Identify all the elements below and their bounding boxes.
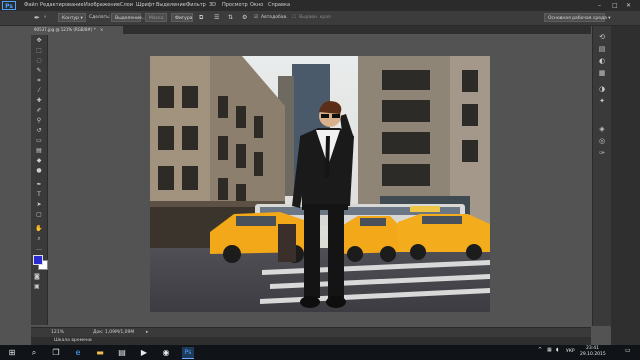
menu-view[interactable]: Просмотр [222, 0, 248, 11]
path-mode-value: Контур [62, 16, 80, 21]
menu-window[interactable]: Окно [250, 0, 263, 11]
tray-arrow-icon[interactable]: ^ [538, 347, 542, 353]
media-icon[interactable]: ▶ [138, 347, 150, 358]
document-size: Док: 1,09M/1,09M [93, 330, 135, 335]
type-tool-icon[interactable]: T [35, 192, 43, 198]
selection-button[interactable]: Выделение... [111, 13, 146, 22]
workspace-value: Основная рабочая среда [548, 16, 607, 21]
search-icon[interactable]: ⌕ [28, 347, 40, 358]
move-tool-icon[interactable]: ✥ [35, 38, 43, 44]
dodge-tool-icon[interactable]: ● [35, 168, 43, 174]
menu-bar: Ps Файл Редактирование Изображение Слои … [0, 0, 640, 11]
task-view-icon[interactable]: ❐ [50, 347, 62, 358]
workspace-select[interactable]: Основная рабочая среда ▾ [544, 13, 611, 22]
hand-tool-icon[interactable]: ✋ [35, 226, 43, 232]
eraser-tool-icon[interactable]: ▭ [35, 138, 43, 144]
network-icon[interactable]: ▦ [547, 347, 552, 353]
maximize-icon[interactable]: □ [612, 0, 618, 11]
styles-panel-icon[interactable]: ✦ [597, 98, 607, 105]
screen-mode-icon[interactable]: ▣ [34, 283, 40, 290]
explorer-icon[interactable]: ▬ [94, 347, 106, 358]
rectangle-tool-icon[interactable]: ▢ [35, 212, 43, 218]
menu-type[interactable]: Шрифт [136, 0, 155, 11]
clone-stamp-tool-icon[interactable]: ⚲ [35, 118, 43, 124]
canvas-image[interactable] [150, 56, 490, 312]
document-tab-title: 90537.jpg @ 121% (RGB/8#) * [34, 27, 96, 32]
pen-tool-icon[interactable]: ✒ [34, 11, 40, 25]
menu-file[interactable]: Файл [24, 0, 38, 11]
status-bar: 121% Док: 1,09M/1,09M ▸ [31, 327, 591, 337]
path-selection-tool-icon[interactable]: ➤ [35, 202, 43, 208]
document-tab[interactable]: 90537.jpg @ 121% (RGB/8#) * × [31, 26, 123, 34]
swatches-panel-icon[interactable]: ▦ [597, 70, 607, 77]
make-label: Сделать: [89, 15, 111, 20]
brush-tool-icon[interactable]: ✐ [35, 108, 43, 114]
eyedropper-tool-icon[interactable]: ⁄ [35, 88, 43, 94]
healing-brush-tool-icon[interactable]: ✚ [35, 98, 43, 104]
collapsed-panels-dock: ⟲ ▤ ◐ ▦ ◑ ✦ ◈ ◎ ✑ [592, 26, 611, 326]
menu-3d[interactable]: 3D [209, 0, 216, 11]
pen-tool-icon[interactable]: ✒ [35, 182, 43, 188]
zoom-level[interactable]: 121% [51, 328, 64, 337]
quick-mask-icon[interactable]: ◙ [34, 273, 40, 280]
language-indicator[interactable]: УКР [566, 349, 575, 354]
autoadd-checkbox[interactable]: ☑ [254, 11, 258, 25]
quick-select-tool-icon[interactable]: ✎ [35, 68, 43, 74]
foreground-color-swatch[interactable] [33, 255, 43, 265]
shape-button[interactable]: Фигура [171, 13, 193, 22]
path-operations-icon[interactable]: ⧉ [199, 11, 203, 25]
history-panel-icon[interactable]: ⟲ [597, 34, 607, 41]
clock-date[interactable]: 29.10.2015 [580, 352, 606, 357]
menu-edit[interactable]: Редактирование [40, 0, 84, 11]
clock-time[interactable]: 23:41 [586, 346, 599, 351]
tab-close-icon[interactable]: × [100, 27, 103, 32]
edge-icon[interactable]: e [72, 347, 84, 358]
menu-filter[interactable]: Фильтр [186, 0, 206, 11]
timeline-panel: Шкала времени [31, 337, 591, 345]
notifications-icon[interactable]: ▭ [625, 347, 631, 354]
close-icon[interactable]: ✕ [626, 0, 631, 11]
menu-help[interactable]: Справка [268, 0, 290, 11]
autoadd-label: Автодобав. [261, 15, 288, 20]
channels-panel-icon[interactable]: ◎ [597, 138, 607, 145]
menu-layers[interactable]: Слои [120, 0, 133, 11]
align-edges-label: Выравн. края [299, 15, 331, 20]
chrome-icon[interactable]: ◉ [160, 347, 172, 358]
path-arrange-icon[interactable]: ⇅ [228, 11, 233, 25]
align-edges-checkbox[interactable]: ☐ [292, 11, 296, 25]
taskbar: ⊞ ⌕ ❐ e ▬ ▤ ▶ ◉ Ps ^ ▦ ◖ УКР 23:41 29.10… [0, 345, 640, 360]
blur-tool-icon[interactable]: ◆ [35, 158, 43, 164]
panel-strip [611, 26, 640, 346]
options-bar: ✒ ▾ Контур ▾ Сделать: Выделение... Маска… [0, 11, 640, 26]
more-tools-icon[interactable]: … [35, 246, 43, 252]
store-icon[interactable]: ▤ [116, 347, 128, 358]
adjustments-panel-icon[interactable]: ◑ [597, 86, 607, 93]
color-panel-icon[interactable]: ◐ [597, 58, 607, 65]
tool-preset-arrow-icon[interactable]: ▾ [44, 11, 46, 25]
gradient-tool-icon[interactable]: ▤ [35, 148, 43, 154]
crop-tool-icon[interactable]: ⌗ [35, 78, 43, 84]
tools-panel: ✥ ⬚ ◌ ✎ ⌗ ⁄ ✚ ✐ ⚲ ↺ ▭ ▤ ◆ ● ✒ T ➤ ▢ ✋ ⌕ … [31, 35, 48, 325]
properties-panel-icon[interactable]: ▤ [597, 46, 607, 53]
zoom-tool-icon[interactable]: ⌕ [35, 236, 43, 242]
path-mode-select[interactable]: Контур ▾ [58, 13, 86, 22]
gear-icon[interactable]: ⚙ [242, 11, 247, 25]
menu-image[interactable]: Изображение [84, 0, 120, 11]
history-brush-tool-icon[interactable]: ↺ [35, 128, 43, 134]
layers-panel-icon[interactable]: ◈ [597, 126, 607, 133]
volume-icon[interactable]: ◖ [556, 347, 559, 353]
paths-panel-icon[interactable]: ✑ [597, 150, 607, 157]
lasso-tool-icon[interactable]: ◌ [35, 58, 43, 64]
minimize-icon[interactable]: – [598, 0, 601, 11]
photoshop-logo: Ps [2, 1, 16, 10]
status-menu-arrow-icon[interactable]: ▸ [146, 328, 148, 337]
marquee-tool-icon[interactable]: ⬚ [35, 48, 43, 54]
mask-button[interactable]: Маска [145, 13, 167, 22]
start-icon[interactable]: ⊞ [6, 347, 18, 358]
path-alignment-icon[interactable]: ☰ [214, 11, 219, 25]
menu-select[interactable]: Выделение [156, 0, 186, 11]
timeline-label[interactable]: Шкала времени [54, 337, 92, 345]
photoshop-icon[interactable]: Ps [182, 347, 194, 359]
